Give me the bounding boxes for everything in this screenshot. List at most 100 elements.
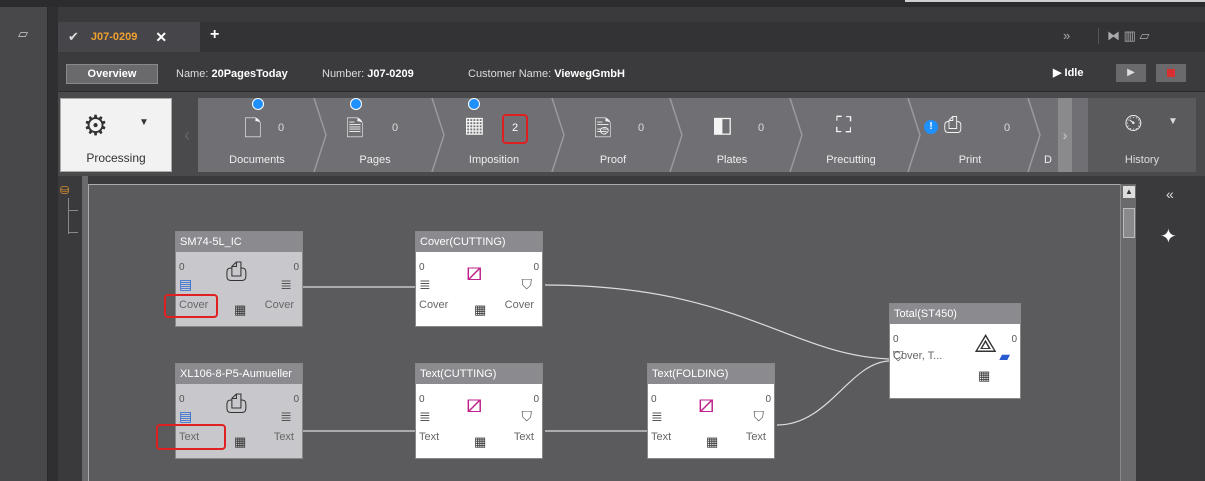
step-documents[interactable]: 🗋 0 Documents — [198, 98, 316, 172]
printing-press-icon: ⎙ — [226, 388, 247, 418]
canvas-vertical-scrollbar[interactable]: ▲ — [1120, 184, 1136, 481]
node-output-count: 0 — [293, 262, 299, 273]
step-label: Documents — [229, 154, 285, 166]
database-icon[interactable]: ⛁ — [60, 184, 69, 197]
start-button[interactable]: ▶ — [1116, 64, 1146, 82]
workflow-steps: 🗋 0 Documents 🗎 0 Pages ▦ 2 Imposition 🗟… — [198, 98, 1088, 172]
customer-name-label: Customer Name: — [468, 68, 552, 80]
step-label: Print — [958, 154, 982, 166]
step-label: Precutting — [826, 154, 876, 166]
press-node-xl106[interactable]: XL106-8-P5-Aumueller 0 0 ▤ ⎙ ≣ Text Text… — [156, 363, 303, 459]
highlight-box — [502, 114, 528, 144]
step-count: 0 — [392, 122, 399, 134]
node-input-count: 0 — [179, 262, 185, 273]
left-rail-toggle-icon[interactable]: ▱ — [8, 23, 38, 45]
printing-press-icon: ⎙ — [226, 256, 247, 286]
history-menu-button[interactable]: ⏲ ▼ History — [1088, 98, 1196, 172]
step-proof[interactable]: 🗟 0 Proof — [554, 98, 672, 172]
step-print[interactable]: ! ⎙ 0 Print — [910, 98, 1030, 172]
imposition-small-icon: ▦ — [978, 368, 991, 383]
input-sheets-icon: ≣ — [419, 408, 431, 424]
step-count: 0 — [638, 122, 645, 134]
highlight-box — [156, 424, 226, 450]
node-input-count: 0 — [893, 334, 899, 345]
node-output-count: 0 — [293, 394, 299, 405]
node-input-count: 0 — [419, 262, 425, 273]
folded-sheet-icon: ⛉ — [753, 408, 765, 424]
close-tab-icon[interactable]: ✕ — [155, 29, 167, 46]
chevron-down-icon: ▼ — [1168, 116, 1178, 127]
job-tree: ⛁ — [58, 176, 82, 481]
history-clock-icon: ⏲ — [1124, 110, 1143, 137]
imposition-small-icon: ▦ — [474, 434, 487, 449]
node-input-count: 0 — [419, 394, 425, 405]
proof-icon: 🗟 — [594, 116, 612, 141]
customer-name-value: ViewegGmbH — [554, 68, 625, 80]
scrollbar-thumb[interactable] — [1123, 208, 1135, 238]
job-number-value: J07-0209 — [367, 68, 414, 80]
status-text: Idle — [1064, 67, 1084, 79]
tree-branch — [68, 232, 78, 233]
pages-icon: 🗎 — [346, 116, 364, 141]
tree-branch — [68, 210, 78, 211]
node-input-label: Text — [651, 431, 672, 443]
step-precutting[interactable]: ⛶ Precutting — [792, 98, 910, 172]
workflow-canvas-area: ⛁ SM74-5L_IC 0 0 ▤ ⎙ ≣ Cover Cover ▦ Cov… — [58, 176, 1205, 481]
press-node-sm74[interactable]: SM74-5L_IC 0 0 ▤ ⎙ ≣ Cover Cover ▦ — [164, 231, 303, 327]
overview-button[interactable]: Overview — [66, 64, 158, 84]
job-tab[interactable]: ✔ J07-0209 ✕ — [58, 22, 200, 52]
process-step-bar: ⚙ ▼ Processing ‹ 🗋 0 Documents 🗎 0 Pages — [58, 92, 1205, 176]
cutting-node-text[interactable]: Text(CUTTING) 0 0 ≣ ⧄ ⛉ Text Text ▦ — [415, 363, 543, 459]
processing-menu-button[interactable]: ⚙ ▼ Processing — [60, 98, 172, 172]
node-output-label: Text — [273, 431, 294, 443]
node-output-count: 0 — [533, 262, 539, 273]
node-title: Text(CUTTING) — [416, 364, 542, 384]
node-input-count: 0 — [179, 394, 185, 405]
cutter-icon: ⧄ — [466, 256, 483, 286]
plates-icon: ◧ — [712, 112, 733, 137]
add-tab-button[interactable]: + — [210, 26, 219, 44]
job-name-value: 20PagesToday — [211, 68, 288, 80]
scroll-steps-left-icon[interactable]: ‹ — [178, 104, 196, 166]
play-icon: ▶ — [1127, 67, 1135, 78]
node-output-count: 0 — [765, 394, 771, 405]
step-label: Imposition — [468, 154, 520, 166]
step-count: 0 — [1004, 122, 1011, 134]
binding-node-total[interactable]: Total(ST450) 0 0 ⛉ ⟁ ▰ Cover, T... ▦ — [889, 303, 1021, 399]
step-play-icon[interactable] — [252, 98, 264, 110]
step-imposition[interactable]: ▦ 2 Imposition — [434, 98, 554, 172]
scroll-up-icon[interactable]: ▲ — [1123, 186, 1135, 198]
collapse-panel-icon[interactable]: « — [1166, 186, 1174, 202]
node-output-label: Cover — [504, 299, 534, 311]
step-play-icon[interactable] — [350, 98, 362, 110]
node-title: Total(ST450) — [890, 304, 1020, 324]
folding-node-text[interactable]: Text(FOLDING) 0 0 ≣ ⧄ ⛉ Text Text ▦ — [647, 363, 775, 459]
workflow-canvas[interactable]: SM74-5L_IC 0 0 ▤ ⎙ ≣ Cover Cover ▦ Cover… — [88, 184, 1123, 481]
processing-label: Processing — [86, 151, 146, 165]
node-output-count: 0 — [533, 394, 539, 405]
history-label: History — [1124, 154, 1160, 166]
job-number: Number: J07-0209 — [322, 68, 414, 80]
step-play-icon[interactable] — [468, 98, 480, 110]
node-title: XL106-8-P5-Aumueller — [176, 364, 302, 384]
stop-button[interactable] — [1156, 64, 1186, 82]
cutter-icon: ⧄ — [466, 388, 483, 418]
print-icon: ⎙ — [944, 112, 962, 137]
job-tab-label: J07-0209 — [90, 31, 138, 43]
book-icon: ▰ — [999, 348, 1010, 364]
scroll-steps-right-icon[interactable]: › — [1058, 98, 1072, 172]
step-pages[interactable]: 🗎 0 Pages — [316, 98, 434, 172]
expand-double-chevron-icon[interactable]: » — [1063, 28, 1070, 43]
step-plates[interactable]: ◧ 0 Plates — [672, 98, 792, 172]
folded-sheet-icon: ⛉ — [521, 408, 533, 424]
layout-controls-icons[interactable]: ⧓ ▥ ▱ — [1098, 28, 1150, 44]
puzzle-icon[interactable]: ✦ — [1160, 224, 1177, 249]
input-sheets-icon: ▤ — [179, 408, 193, 424]
node-input-label: Cover — [419, 299, 449, 311]
folded-sheet-icon: ⛉ — [521, 276, 533, 292]
right-panel: « ✦ — [1136, 176, 1205, 481]
left-rail: ▱ — [0, 7, 48, 481]
warning-icon[interactable]: ! — [924, 120, 938, 134]
tree-line — [68, 198, 69, 234]
cutting-node-cover[interactable]: Cover(CUTTING) 0 0 ≣ ⧄ ⛉ Cover Cover ▦ — [415, 231, 543, 327]
